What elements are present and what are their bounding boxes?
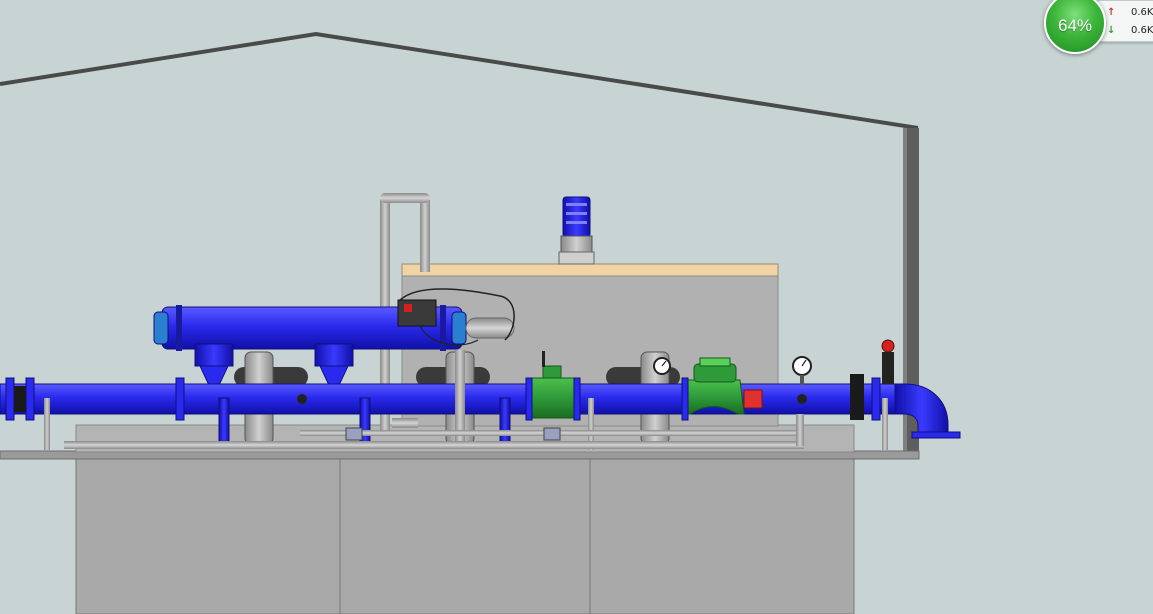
3d-viewport[interactable]	[0, 0, 1153, 614]
upload-rate: 0.6K	[1131, 7, 1153, 18]
upload-rate-row: ↑ 0.6K	[1107, 7, 1153, 21]
arrow-down-icon: ↓	[1107, 25, 1116, 36]
download-rate: 0.6K	[1131, 25, 1153, 36]
air-release-valve	[881, 339, 895, 384]
arrow-up-icon: ↑	[1107, 7, 1116, 18]
base-platform	[0, 424, 920, 614]
network-monitor-widget: ↑ 0.6K ↓ 0.6K 64%	[1044, 0, 1153, 54]
usage-gauge-button[interactable]: 64%	[1044, 0, 1106, 54]
download-rate-row: ↓ 0.6K	[1107, 25, 1153, 39]
usage-percent: 64%	[1057, 16, 1093, 35]
mixer-motor	[558, 196, 595, 265]
